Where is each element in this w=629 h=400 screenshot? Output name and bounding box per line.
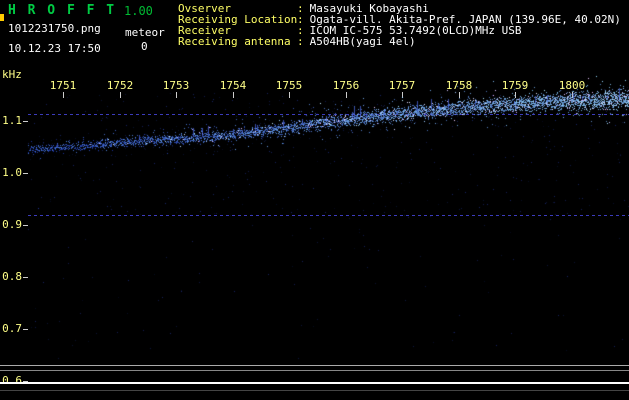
hrofft-screen: { "header": { "title": "H R O F F T", "v…: [0, 0, 629, 400]
spectrogram-canvas: [0, 0, 629, 400]
